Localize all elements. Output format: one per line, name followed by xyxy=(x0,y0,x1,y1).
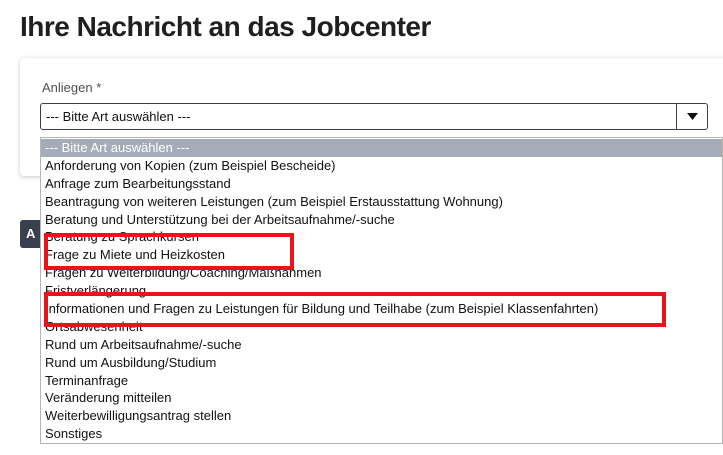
dropdown-option[interactable]: Anforderung von Kopien (zum Beispiel Bes… xyxy=(41,157,722,175)
anliegen-label: Anliegen * xyxy=(42,80,102,95)
anliegen-select[interactable]: --- Bitte Art auswählen --- xyxy=(40,103,708,130)
dropdown-list: --- Bitte Art auswählen --- Anforderung v… xyxy=(40,137,723,444)
dropdown-option[interactable]: Weiterbewilligungsantrag stellen xyxy=(41,407,722,425)
page: Ihre Nachricht an das Jobcenter Anliegen… xyxy=(0,0,723,455)
highlight-box-miete xyxy=(44,233,294,270)
dropdown-option[interactable]: --- Bitte Art auswählen --- xyxy=(41,139,722,157)
dropdown-arrow-button[interactable] xyxy=(676,104,707,129)
dropdown-option[interactable]: Terminanfrage xyxy=(41,372,722,390)
dropdown-option[interactable]: Rund um Arbeitsaufnahme/-suche xyxy=(41,336,722,354)
partial-button[interactable]: A xyxy=(20,220,42,248)
highlight-box-bildung xyxy=(44,292,666,327)
page-title: Ihre Nachricht an das Jobcenter xyxy=(20,11,431,42)
caret-down-icon xyxy=(686,113,698,120)
dropdown-option[interactable]: Veränderung mitteilen xyxy=(41,389,722,407)
dropdown-option[interactable]: Sonstiges xyxy=(41,425,722,443)
dropdown-option[interactable]: Beantragung von weiteren Leistungen (zum… xyxy=(41,193,722,211)
dropdown-option[interactable]: Beratung und Unterstützung bei der Arbei… xyxy=(41,211,722,229)
anliegen-select-value: --- Bitte Art auswählen --- xyxy=(46,109,191,124)
dropdown-option[interactable]: Rund um Ausbildung/Studium xyxy=(41,354,722,372)
dropdown-option[interactable]: Anfrage zum Bearbeitungsstand xyxy=(41,175,722,193)
